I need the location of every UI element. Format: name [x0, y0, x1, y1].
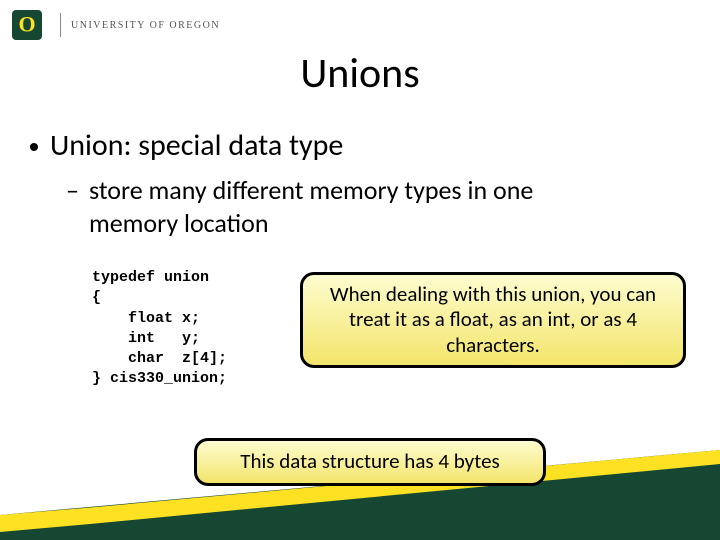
bullet-level-2: – store many different memory types in o…: [66, 174, 626, 239]
bullet-2-text: store many different memory types in one…: [89, 174, 626, 239]
bullet-dot-icon: [30, 143, 38, 151]
bullet-level-1: Union: special data type: [30, 127, 690, 164]
code-snippet: typedef union { float x; int y; char z[4…: [88, 262, 278, 396]
callout-1-text: When dealing with this union, you can tr…: [317, 282, 669, 358]
header-divider: [60, 13, 61, 37]
slide-content: Union: special data type – store many di…: [0, 99, 720, 239]
bullet-dash-icon: –: [66, 174, 79, 239]
oregon-logo-icon: [12, 10, 42, 40]
callout-2-text: This data structure has 4 bytes: [240, 449, 500, 474]
bullet-1-text: Union: special data type: [50, 127, 343, 164]
callout-bytes: This data structure has 4 bytes: [194, 438, 546, 486]
university-name: UNIVERSITY OF OREGON: [71, 20, 220, 31]
slide-title: Unions: [0, 48, 720, 99]
slide-header: UNIVERSITY OF OREGON: [0, 0, 720, 42]
callout-union-explain: When dealing with this union, you can tr…: [300, 272, 686, 368]
